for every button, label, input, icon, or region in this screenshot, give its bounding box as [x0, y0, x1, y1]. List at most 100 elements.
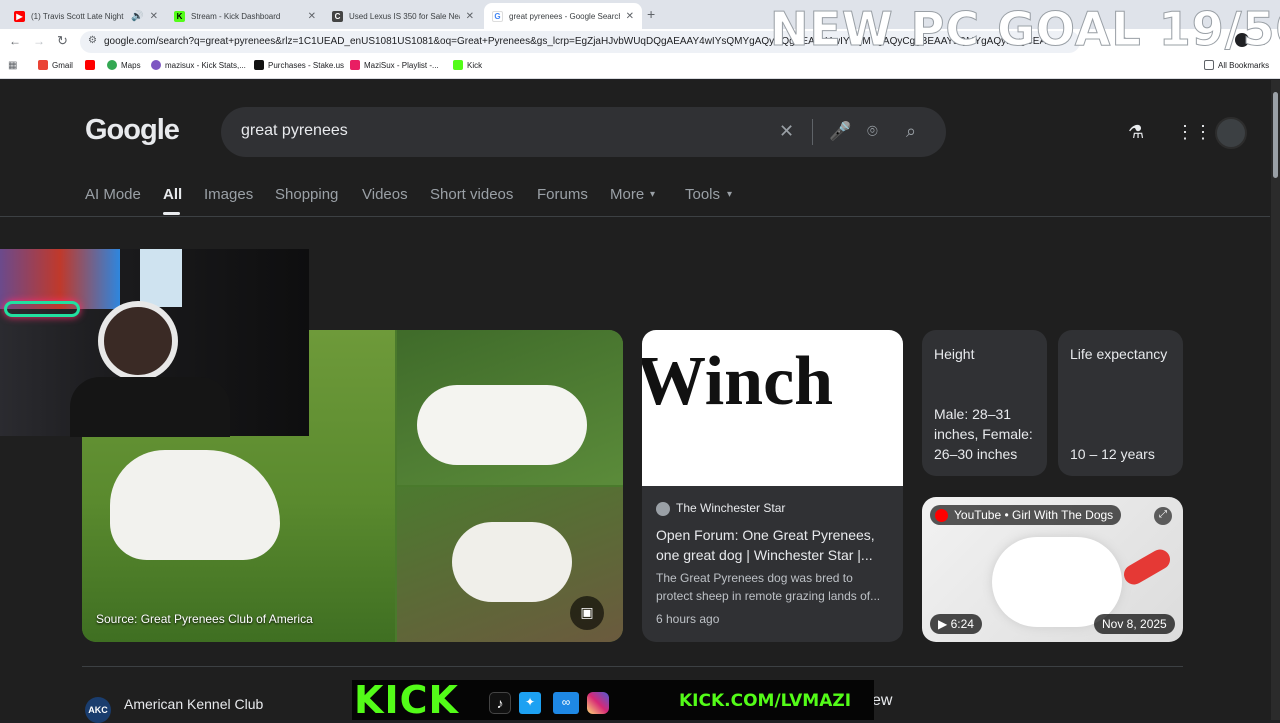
- article-source: The Winchester Star: [676, 501, 786, 515]
- brush-shape: [1120, 545, 1174, 589]
- maps-icon: [107, 60, 117, 70]
- back-icon[interactable]: ←: [9, 34, 21, 48]
- apps-grid-icon[interactable]: ▦: [8, 60, 17, 71]
- google-logo[interactable]: Google: [85, 114, 180, 147]
- divider: [0, 216, 1270, 217]
- account-avatar[interactable]: [1215, 117, 1247, 149]
- clear-icon[interactable]: ✕: [779, 121, 794, 142]
- akc-favicon: AKC: [85, 697, 111, 723]
- bookmark-label: mazisux - Kick Stats,...: [165, 60, 246, 70]
- bookmark-label: MaziSux - Playlist -...: [364, 60, 439, 70]
- dog-image-lying[interactable]: [397, 330, 623, 485]
- stake-icon: [254, 60, 264, 70]
- lens-icon[interactable]: ⌾: [867, 121, 878, 142]
- news-article-card[interactable]: Winch The Winchester Star Open Forum: On…: [642, 330, 903, 642]
- tab-shopping[interactable]: Shopping: [275, 186, 338, 203]
- video-card[interactable]: YouTube • Girl With The Dogs ⤢ ▶ 6:24 No…: [922, 497, 1183, 642]
- browser-tab-active[interactable]: G great pyrenees - Google Search ✕: [484, 3, 642, 29]
- divider: [812, 119, 813, 145]
- youtube-icon: ▶: [14, 10, 25, 22]
- tab-title: great pyrenees - Google Search: [509, 11, 620, 21]
- labs-flask-icon[interactable]: ⚗: [1128, 122, 1144, 143]
- playlist-icon: [350, 60, 360, 70]
- fact-card-height[interactable]: Height Male: 28–31 inches, Female: 26–30…: [922, 330, 1047, 476]
- folder-icon: [1204, 60, 1214, 70]
- bookmark-label: Maps: [121, 60, 141, 70]
- mic-icon[interactable]: 🎤: [829, 121, 851, 142]
- tab-all[interactable]: All: [163, 186, 182, 203]
- bookmark-playlist[interactable]: MaziSux - Playlist -...: [350, 60, 439, 70]
- video-duration: 6:24: [950, 617, 974, 631]
- tab-title: Stream - Kick Dashboard: [191, 11, 281, 21]
- fact-card-life-expectancy[interactable]: Life expectancy 10 – 12 years: [1058, 330, 1183, 476]
- instagram-icon: [587, 692, 609, 714]
- twitter-icon: ✦: [519, 692, 541, 714]
- google-icon: G: [492, 10, 503, 22]
- browser-tab[interactable]: ▶ (1) Travis Scott Late Night ( 🔊 ✕: [6, 3, 166, 29]
- kick-url: KICK.COM/LVMAZI: [679, 691, 852, 711]
- scrollbar-thumb[interactable]: [1273, 92, 1278, 178]
- youtube-icon: [85, 60, 95, 70]
- gmail-icon: [38, 60, 48, 70]
- bookmark-stake[interactable]: Purchases - Stake.us: [254, 60, 344, 70]
- tab-tools[interactable]: Tools: [685, 186, 720, 203]
- site-info-icon[interactable]: ⚙: [88, 35, 97, 46]
- tiktok-icon: ♪: [489, 692, 511, 714]
- apps-icon[interactable]: ⋮⋮: [1176, 122, 1212, 143]
- kick-icon: [453, 60, 463, 70]
- bookmark-label: Gmail: [52, 60, 73, 70]
- tab-short-videos[interactable]: Short videos: [430, 186, 513, 203]
- dog-shape: [110, 450, 280, 560]
- search-icon[interactable]: ⌕: [906, 121, 916, 142]
- article-snippet: The Great Pyrenees dog was bred to prote…: [656, 571, 881, 603]
- search-box[interactable]: great pyrenees ✕ 🎤 ⌾ ⌕: [221, 107, 946, 157]
- bookmark-label: Kick: [467, 60, 483, 70]
- tab-more[interactable]: More: [610, 186, 644, 203]
- article-time: 6 hours ago: [656, 612, 720, 626]
- tab-ai-mode[interactable]: AI Mode: [85, 186, 141, 203]
- close-tab-icon[interactable]: ✕: [308, 11, 316, 22]
- dog-shape: [417, 385, 587, 465]
- reload-icon[interactable]: ↻: [57, 33, 68, 49]
- wall-posters: [0, 249, 120, 309]
- tab-videos[interactable]: Videos: [362, 186, 408, 203]
- kick-logo: KICK: [354, 678, 459, 722]
- chevron-down-icon: ▾: [727, 189, 733, 200]
- wall-picture: [140, 249, 182, 307]
- kick-icon: K: [174, 10, 185, 22]
- bookmark-youtube[interactable]: [85, 60, 95, 70]
- tab-title: Used Lexus IS 350 for Sale Nea: [349, 11, 460, 21]
- fact-title: Life expectancy: [1070, 346, 1168, 362]
- speaker-icon[interactable]: 🔊: [131, 11, 143, 22]
- bookmark-kick[interactable]: Kick: [453, 60, 482, 70]
- browser-tab[interactable]: K Stream - Kick Dashboard ✕: [166, 3, 324, 29]
- close-tab-icon[interactable]: ✕: [150, 11, 158, 22]
- video-duration-chip: ▶ 6:24: [930, 614, 982, 634]
- search-input[interactable]: great pyrenees: [241, 122, 348, 140]
- image-search-icon[interactable]: ▣: [570, 596, 604, 630]
- expand-icon[interactable]: ⤢: [1154, 507, 1172, 525]
- onlyfans-like-icon: ∞: [553, 692, 579, 714]
- tab-forums[interactable]: Forums: [537, 186, 588, 203]
- result-site-name[interactable]: American Kennel Club: [124, 696, 263, 712]
- article-title[interactable]: Open Forum: One Great Pyrenees, one grea…: [656, 525, 892, 565]
- fact-value: 10 – 12 years: [1070, 446, 1155, 462]
- bookmark-kick-stats[interactable]: mazisux - Kick Stats,...: [151, 60, 246, 70]
- forward-icon[interactable]: →: [33, 34, 45, 48]
- streamer-body: [70, 377, 230, 437]
- tab-images[interactable]: Images: [204, 186, 253, 203]
- video-source-chip: YouTube • Girl With The Dogs: [930, 505, 1122, 525]
- bookmark-gmail[interactable]: Gmail: [38, 60, 73, 70]
- fact-value: Male: 28–31 inches, Female: 26–30 inches: [934, 406, 1033, 462]
- close-tab-icon[interactable]: ✕: [626, 11, 634, 22]
- fact-title: Height: [934, 346, 975, 362]
- close-tab-icon[interactable]: ✕: [466, 11, 474, 22]
- bookmark-maps[interactable]: Maps: [107, 60, 141, 70]
- chevron-down-icon: ▾: [650, 189, 656, 200]
- new-tab-icon[interactable]: +: [647, 6, 655, 22]
- play-icon: ▶: [938, 617, 951, 631]
- kick-stats-icon: [151, 60, 161, 70]
- browser-tab[interactable]: C Used Lexus IS 350 for Sale Nea ✕: [324, 3, 482, 29]
- all-bookmarks[interactable]: All Bookmarks: [1204, 60, 1269, 70]
- video-source: YouTube • Girl With The Dogs: [954, 508, 1114, 522]
